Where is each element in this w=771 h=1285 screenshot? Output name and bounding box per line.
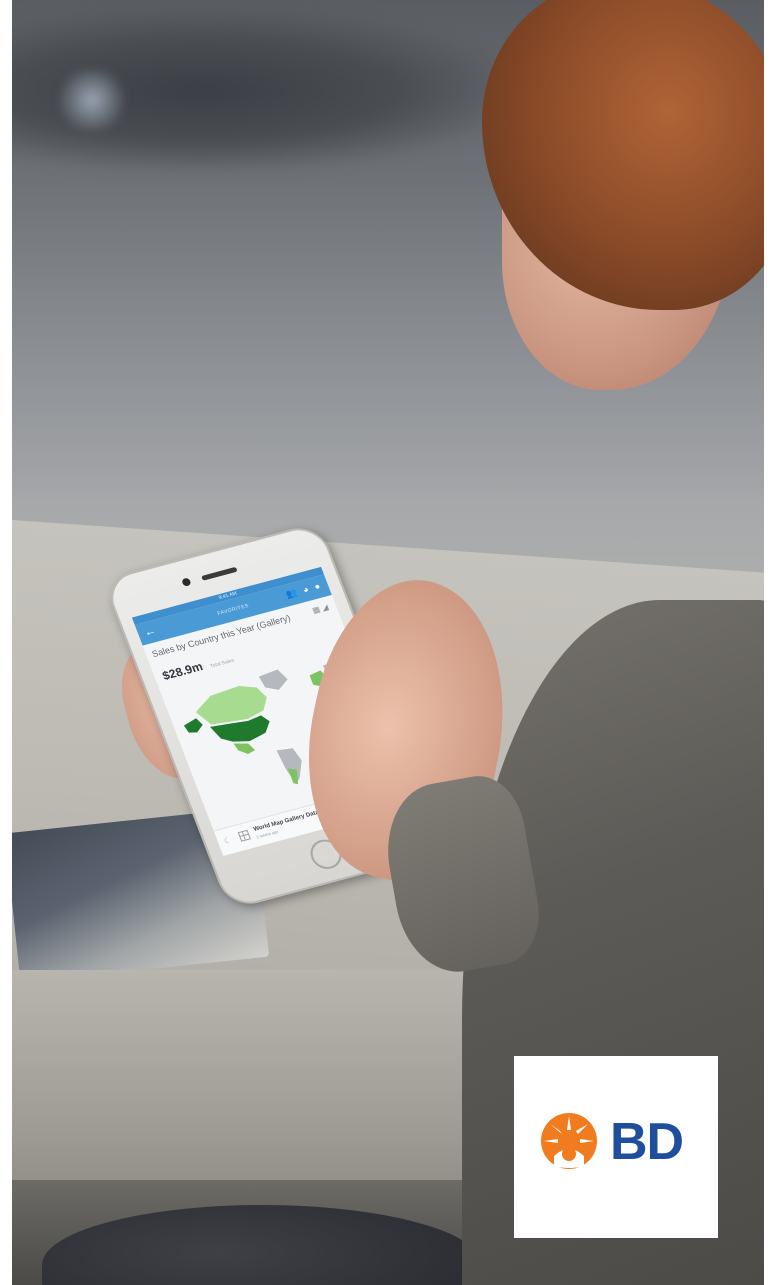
metric-value: $28.9m <box>160 659 205 683</box>
camera-icon <box>181 577 192 587</box>
table-grid-icon <box>237 829 251 842</box>
map-region-greenland <box>258 669 288 690</box>
app-bar-icons[interactable]: 👥 ◕ ● <box>284 580 324 600</box>
speaker-grille <box>201 566 238 581</box>
logo-text: BD <box>610 1113 684 1171</box>
blurred-light <box>52 70 132 130</box>
moon-icon: ☾ <box>222 835 233 846</box>
brand-logo-box: BD <box>514 1056 718 1238</box>
footer-title: World Map Gallery Data <box>252 809 320 833</box>
metric-label: Total Sales <box>209 657 236 670</box>
map-region-alaska <box>183 718 203 733</box>
sunburst-rays <box>541 1113 597 1169</box>
sunburst-logo-icon <box>541 1113 597 1169</box>
